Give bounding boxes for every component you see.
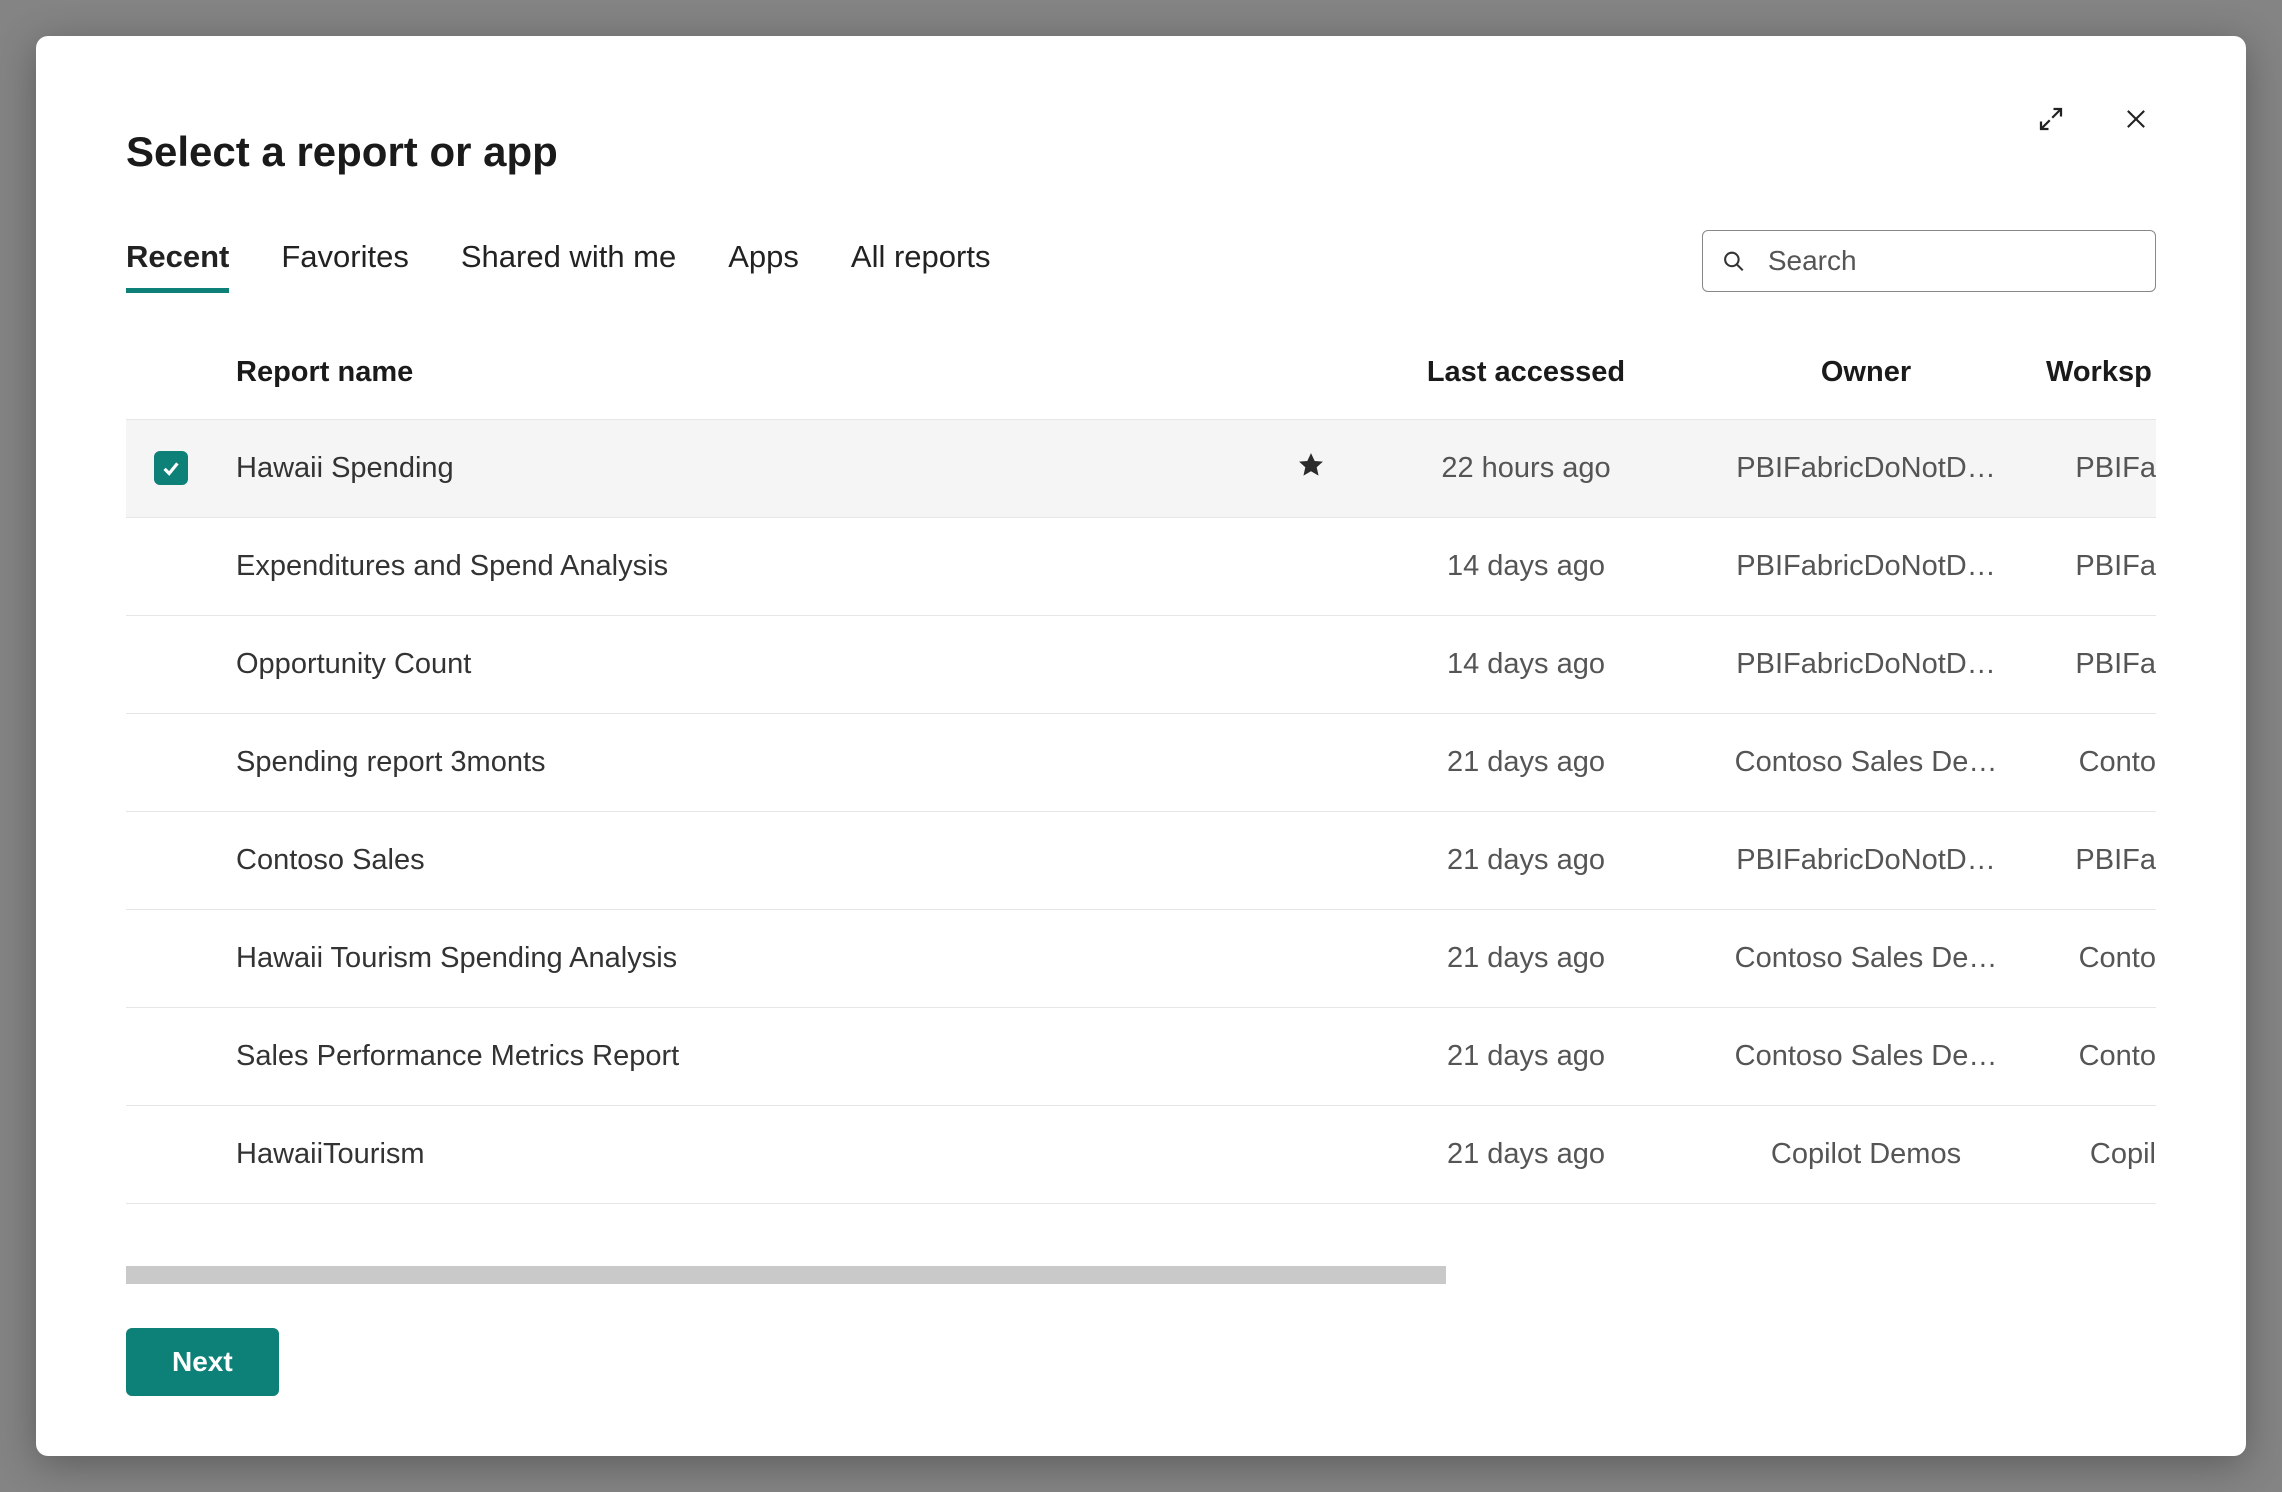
favorite-cell[interactable]: [1276, 812, 1356, 910]
workspace: Conto: [2036, 714, 2156, 812]
favorite-cell[interactable]: [1276, 1106, 1356, 1204]
report-name[interactable]: Contoso Sales: [216, 812, 1276, 910]
last-accessed: 21 days ago: [1356, 1008, 1696, 1106]
row-checkbox-cell[interactable]: [126, 1008, 216, 1106]
tab-recent[interactable]: Recent: [126, 233, 229, 289]
report-name[interactable]: Hawaii Tourism Spending Analysis: [216, 910, 1276, 1008]
search-box[interactable]: [1702, 230, 2156, 292]
tab-shared-with-me[interactable]: Shared with me: [461, 233, 676, 289]
table-row[interactable]: Sales Performance Metrics Report 21 days …: [126, 1008, 2156, 1106]
checkbox-checked-icon[interactable]: [154, 451, 188, 485]
workspace: Conto: [2036, 910, 2156, 1008]
last-accessed: 21 days ago: [1356, 1106, 1696, 1204]
horizontal-scrollbar[interactable]: [126, 1266, 2156, 1284]
col-header-name[interactable]: Report name: [216, 336, 1276, 420]
col-header-last[interactable]: Last accessed: [1356, 336, 1696, 420]
select-report-modal: Select a report or app Recent Favori: [36, 36, 2246, 1456]
tabs: Recent Favorites Shared with me Apps All…: [126, 233, 990, 289]
report-name[interactable]: HawaiiTourism: [216, 1106, 1276, 1204]
favorite-cell[interactable]: [1276, 714, 1356, 812]
favorite-cell[interactable]: [1276, 616, 1356, 714]
last-accessed: 14 days ago: [1356, 518, 1696, 616]
row-checkbox-cell[interactable]: [126, 1106, 216, 1204]
row-checkbox-cell[interactable]: [126, 714, 216, 812]
tab-all-reports[interactable]: All reports: [851, 233, 991, 289]
expand-button[interactable]: [2030, 98, 2072, 140]
close-button[interactable]: [2116, 99, 2156, 139]
owner: PBIFabricDoNotD…: [1696, 518, 2036, 616]
favorite-cell[interactable]: [1276, 420, 1356, 518]
workspace: PBIFa: [2036, 812, 2156, 910]
tab-favorites[interactable]: Favorites: [281, 233, 408, 289]
report-name[interactable]: Hawaii Spending: [216, 420, 1276, 518]
modal-title: Select a report or app: [126, 128, 558, 176]
table-row[interactable]: Contoso Sales 21 days agoPBIFabricDoNotD……: [126, 812, 2156, 910]
search-input[interactable]: [1768, 245, 2137, 277]
last-accessed: 21 days ago: [1356, 714, 1696, 812]
workspace: PBIFa: [2036, 420, 2156, 518]
workspace: Conto: [2036, 1008, 2156, 1106]
report-name[interactable]: Sales Performance Metrics Report: [216, 1008, 1276, 1106]
workspace: PBIFa: [2036, 616, 2156, 714]
tab-apps[interactable]: Apps: [728, 233, 799, 289]
tabs-row: Recent Favorites Shared with me Apps All…: [126, 230, 2156, 292]
row-checkbox-cell[interactable]: [126, 420, 216, 518]
owner: PBIFabricDoNotD…: [1696, 812, 2036, 910]
modal-header: Select a report or app: [126, 108, 2156, 176]
favorite-cell[interactable]: [1276, 910, 1356, 1008]
table-row[interactable]: HawaiiTourism 21 days agoCopilot DemosCop…: [126, 1106, 2156, 1204]
table-row[interactable]: Hawaii Tourism Spending Analysis 21 days …: [126, 910, 2156, 1008]
reports-table-scroll[interactable]: Report name Last accessed Owner Worksp H…: [126, 336, 2156, 1266]
last-accessed: 21 days ago: [1356, 910, 1696, 1008]
search-icon: [1721, 247, 1746, 275]
table-row[interactable]: Opportunity Count 14 days agoPBIFabricDoN…: [126, 616, 2156, 714]
next-button[interactable]: Next: [126, 1328, 279, 1396]
col-header-workspace[interactable]: Worksp: [2036, 336, 2156, 420]
owner: Contoso Sales De…: [1696, 1008, 2036, 1106]
star-icon[interactable]: [1296, 450, 1326, 480]
owner: Copilot Demos: [1696, 1106, 2036, 1204]
workspace: Copil: [2036, 1106, 2156, 1204]
owner: Contoso Sales De…: [1696, 910, 2036, 1008]
last-accessed: 21 days ago: [1356, 812, 1696, 910]
workspace: PBIFa: [2036, 518, 2156, 616]
row-checkbox-cell[interactable]: [126, 812, 216, 910]
favorite-cell[interactable]: [1276, 518, 1356, 616]
close-icon: [2122, 105, 2150, 133]
reports-table: Report name Last accessed Owner Worksp H…: [126, 336, 2156, 1204]
row-checkbox-cell[interactable]: [126, 518, 216, 616]
report-name[interactable]: Expenditures and Spend Analysis: [216, 518, 1276, 616]
scrollbar-thumb[interactable]: [126, 1266, 1446, 1284]
expand-icon: [2036, 104, 2066, 134]
report-name[interactable]: Spending report 3monts: [216, 714, 1276, 812]
last-accessed: 14 days ago: [1356, 616, 1696, 714]
owner: Contoso Sales De…: [1696, 714, 2036, 812]
table-row[interactable]: Expenditures and Spend Analysis 14 days a…: [126, 518, 2156, 616]
table-row[interactable]: Hawaii Spending 22 hours agoPBIFabricDoNo…: [126, 420, 2156, 518]
col-header-owner[interactable]: Owner: [1696, 336, 2036, 420]
row-checkbox-cell[interactable]: [126, 616, 216, 714]
modal-footer: Next: [126, 1328, 2156, 1396]
owner: PBIFabricDoNotD…: [1696, 420, 2036, 518]
last-accessed: 22 hours ago: [1356, 420, 1696, 518]
table-row[interactable]: Spending report 3monts 21 days agoContoso…: [126, 714, 2156, 812]
favorite-cell[interactable]: [1276, 1008, 1356, 1106]
table-header-row: Report name Last accessed Owner Worksp: [126, 336, 2156, 420]
owner: PBIFabricDoNotD…: [1696, 616, 2036, 714]
reports-table-wrap: Report name Last accessed Owner Worksp H…: [126, 336, 2156, 1284]
row-checkbox-cell[interactable]: [126, 910, 216, 1008]
report-name[interactable]: Opportunity Count: [216, 616, 1276, 714]
modal-header-icons: [2030, 98, 2156, 140]
